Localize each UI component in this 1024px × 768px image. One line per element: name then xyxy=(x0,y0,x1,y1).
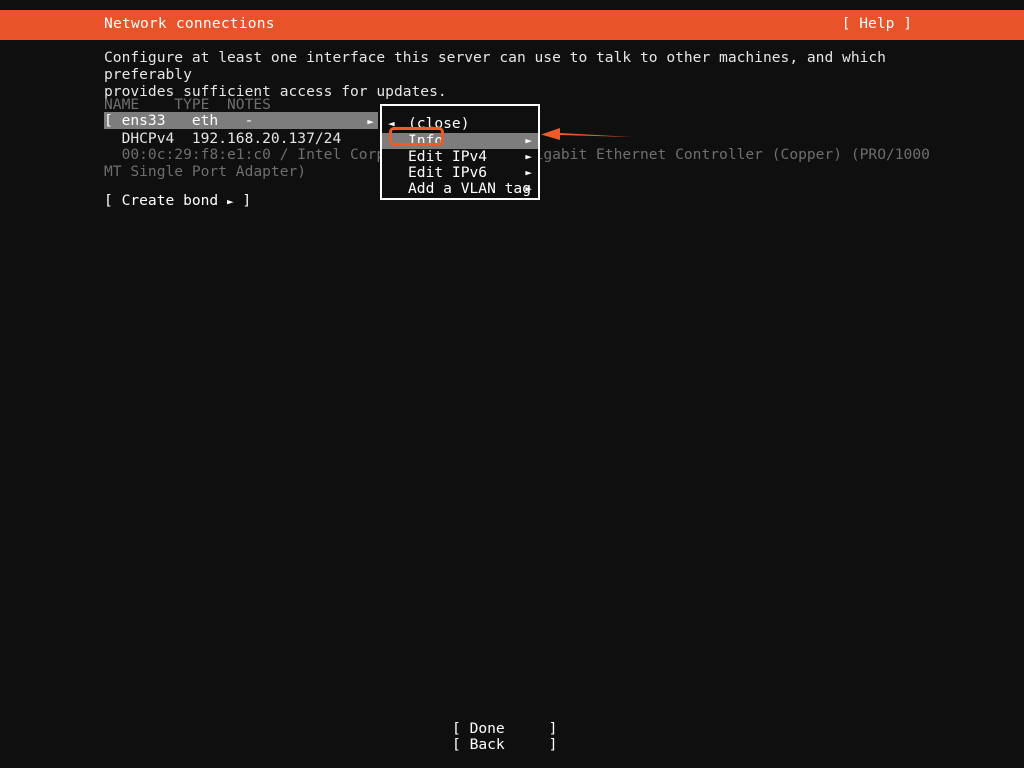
intro-paragraph: Configure at least one interface this se… xyxy=(104,49,886,100)
header-bar: Network connections [ Help ] xyxy=(0,10,1024,40)
create-bond-suffix: ] xyxy=(233,192,252,209)
menu-item-label: Info xyxy=(408,132,444,149)
menu-item-label: Edit IPv4 xyxy=(408,148,488,165)
back-button[interactable]: [ Back ] xyxy=(452,737,557,753)
chevron-right-icon: ► xyxy=(525,150,532,163)
menu-item-close[interactable]: ◄ (close) xyxy=(382,116,538,132)
page-title: Network connections xyxy=(104,15,275,32)
create-bond-prefix: [ Create bond xyxy=(104,192,228,209)
menu-item-label: Edit IPv6 xyxy=(408,164,488,181)
table-row-label: [ ens33 eth - xyxy=(104,112,254,129)
interface-dhcp-line: DHCPv4 192.168.20.137/24 xyxy=(104,130,342,147)
chevron-right-icon: ► xyxy=(525,134,532,147)
chevron-right-icon: ► xyxy=(227,195,234,208)
footer-buttons: [ Done ] [ Back ] xyxy=(452,721,557,753)
chevron-right-icon: ► xyxy=(525,166,532,179)
done-button[interactable]: [ Done ] xyxy=(452,721,557,737)
menu-item-add-vlan-tag[interactable]: Add a VLAN tag ► xyxy=(382,181,538,197)
menu-item-label: (close) xyxy=(408,115,470,132)
menu-item-label: Add a VLAN tag xyxy=(408,180,532,197)
chevron-left-icon: ◄ xyxy=(388,117,395,130)
menu-item-edit-ipv6[interactable]: Edit IPv6 ► xyxy=(382,165,538,181)
help-button[interactable]: [ Help ] xyxy=(842,16,912,32)
table-column-headers: NAME TYPE NOTES xyxy=(104,96,271,113)
context-menu[interactable]: ◄ (close) Info ► Edit IPv4 ► Edit IPv6 ►… xyxy=(380,104,540,200)
chevron-right-icon: ► xyxy=(525,182,532,195)
menu-item-edit-ipv4[interactable]: Edit IPv4 ► xyxy=(382,149,538,165)
annotation-arrow-icon xyxy=(540,125,632,143)
menu-item-info[interactable]: Info ► xyxy=(382,133,538,149)
create-bond-button[interactable]: [ Create bond ► ] xyxy=(104,193,251,210)
table-row-ens33[interactable]: [ ens33 eth - ► xyxy=(104,112,378,129)
chevron-right-icon: ► xyxy=(367,115,374,128)
